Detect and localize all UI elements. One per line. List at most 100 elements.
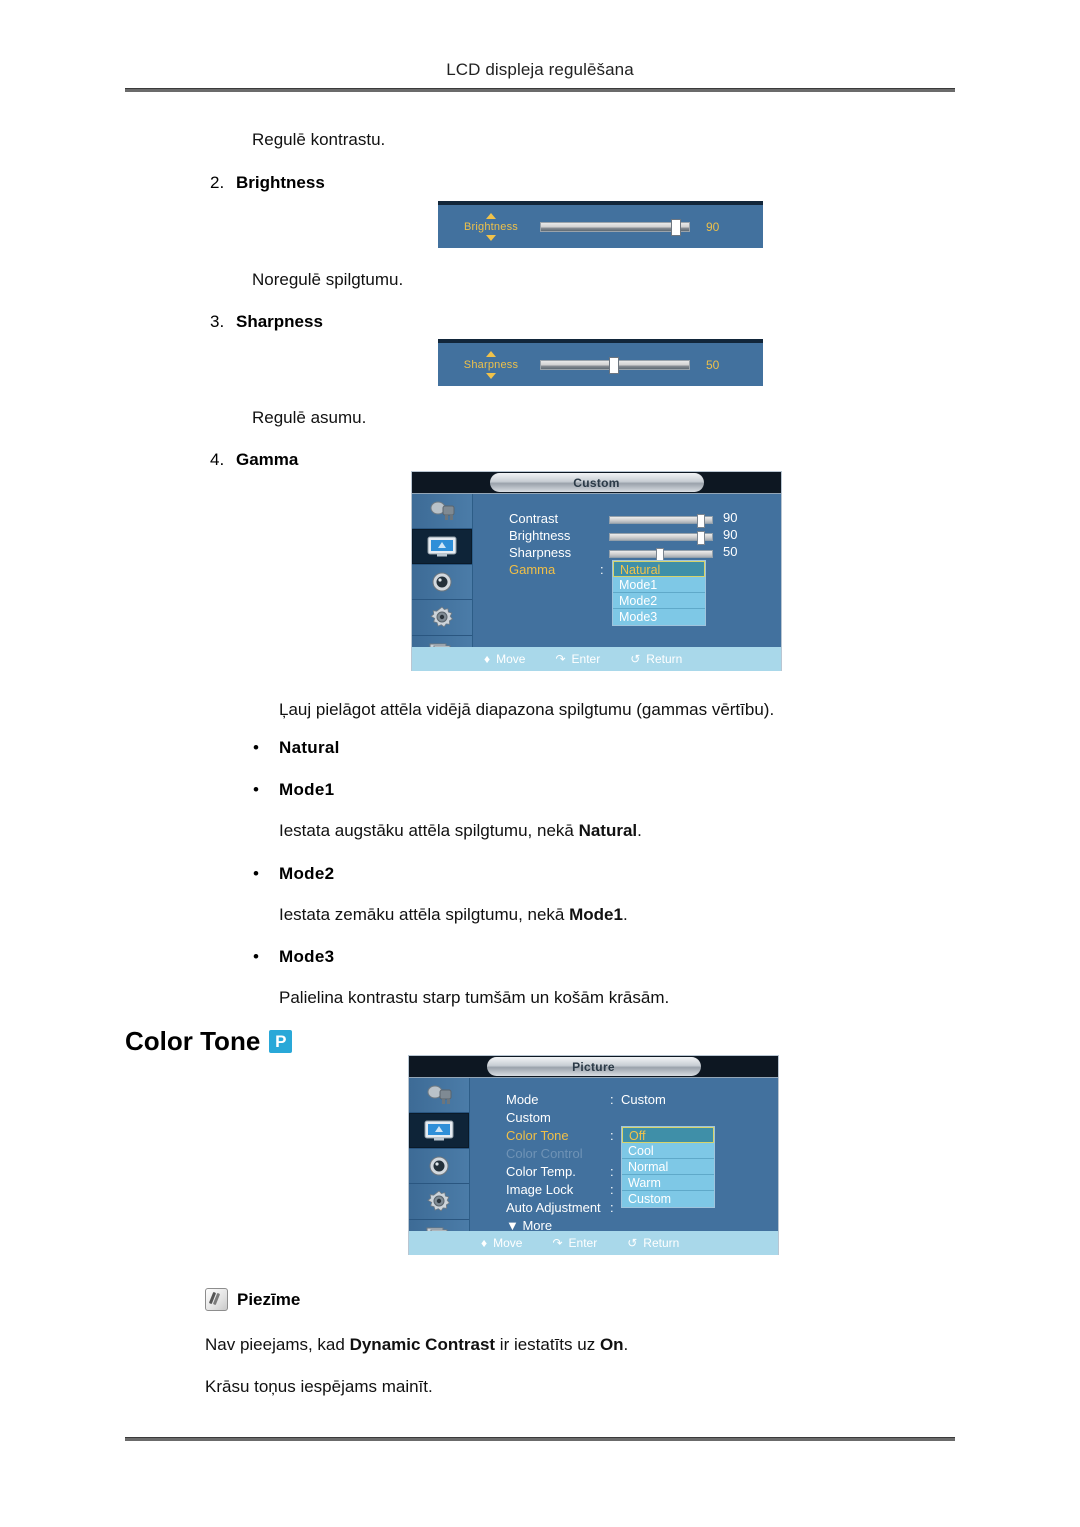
note-text-mid: ir iestatīts uz bbox=[495, 1335, 600, 1354]
footer-return[interactable]: ↺ Return bbox=[630, 652, 682, 666]
color-tone-option-warm[interactable]: Warm bbox=[622, 1175, 714, 1191]
osd-content: Mode : Custom Custom Color Tone : Color … bbox=[470, 1078, 778, 1255]
osd-footer: ♦ Move ↷ Enter ↺ Return bbox=[412, 647, 781, 671]
note-icon bbox=[205, 1288, 228, 1311]
color-tone-option-normal[interactable]: Normal bbox=[622, 1159, 714, 1175]
sharpness-stepper[interactable]: Sharpness bbox=[460, 350, 522, 379]
row-label-brightness[interactable]: Brightness bbox=[509, 528, 570, 543]
row-label-sharpness[interactable]: Sharpness bbox=[509, 545, 571, 560]
sharpness-slider-track-menu[interactable] bbox=[609, 548, 713, 562]
footer-rule bbox=[125, 1437, 955, 1441]
bullet-icon: • bbox=[253, 738, 259, 757]
auto-adjustment-colon: : bbox=[610, 1200, 614, 1215]
bullet-icon: • bbox=[253, 780, 259, 799]
bullet-mode2: • Mode2 bbox=[253, 864, 334, 884]
footer-enter[interactable]: ↷ Enter bbox=[555, 652, 600, 666]
numbered-heading-gamma: 4. Gamma bbox=[210, 450, 298, 470]
sidebar-item-picture[interactable] bbox=[412, 529, 472, 565]
row-label-color-tone[interactable]: Color Tone bbox=[506, 1128, 569, 1143]
color-tone-option-cool[interactable]: Cool bbox=[622, 1143, 714, 1159]
brightness-stepper[interactable]: Brightness bbox=[460, 212, 522, 241]
sidebar-item-picture[interactable] bbox=[409, 1113, 469, 1149]
osd-sidebar bbox=[412, 494, 473, 672]
bullet-mode3: • Mode3 bbox=[253, 947, 334, 967]
brightness-slider-knob-menu[interactable] bbox=[696, 531, 705, 545]
footer-move[interactable]: ♦ Move bbox=[484, 652, 525, 666]
osd-title-text: Custom bbox=[489, 473, 704, 492]
gamma-option-mode1[interactable]: Mode1 bbox=[613, 577, 705, 593]
gamma-osd-menu: Custom Contrast Brightness Sharpness Gam… bbox=[411, 471, 782, 672]
sharpness-slider-knob[interactable] bbox=[609, 356, 620, 374]
note-text-after: . bbox=[623, 1335, 629, 1354]
enter-icon: ↷ bbox=[552, 1236, 563, 1250]
bullet-icon: • bbox=[253, 864, 259, 883]
paragraph-mode2-desc: Iestata zemāku attēla spilgtumu, nekā Mo… bbox=[279, 904, 628, 927]
footer-return[interactable]: ↺ Return bbox=[627, 1236, 679, 1250]
picture-mode-badge-icon: P bbox=[269, 1030, 293, 1053]
paragraph-gamma-intro: Ļauj pielāgot attēla vidējā diapazona sp… bbox=[279, 700, 775, 719]
header-rule bbox=[125, 88, 955, 92]
brightness-value: 90 bbox=[706, 219, 720, 234]
numbered-heading-brightness: 2. Brightness bbox=[210, 173, 325, 193]
row-label-contrast[interactable]: Contrast bbox=[509, 511, 558, 526]
color-tone-option-off[interactable]: Off bbox=[622, 1127, 714, 1143]
sidebar-item-input-source[interactable] bbox=[409, 1078, 469, 1114]
gamma-option-mode2[interactable]: Mode2 bbox=[613, 593, 705, 609]
list-label: Gamma bbox=[236, 450, 299, 469]
note-text-before: Nav pieejams, kad bbox=[205, 1335, 350, 1354]
osd-title-bar: Picture bbox=[409, 1056, 778, 1078]
page-title: Color Tone bbox=[125, 1026, 261, 1056]
color-tone-colon: : bbox=[610, 1128, 614, 1143]
brightness-value-menu: 90 bbox=[723, 527, 738, 542]
footer-move-label: Move bbox=[496, 652, 526, 666]
enter-icon: ↷ bbox=[555, 652, 566, 666]
arrow-up-icon[interactable] bbox=[486, 212, 496, 219]
arrow-up-icon[interactable] bbox=[486, 350, 496, 357]
sidebar-item-sound[interactable] bbox=[412, 565, 472, 601]
gamma-option-mode3[interactable]: Mode3 bbox=[613, 609, 705, 625]
note-heading: Piezīme bbox=[205, 1288, 300, 1311]
paragraph-regule-kontrastu: Regulē kontrastu. bbox=[252, 130, 386, 149]
brightness-slider-track[interactable] bbox=[540, 218, 690, 236]
list-number: 4. bbox=[210, 450, 225, 469]
sidebar-item-setup[interactable] bbox=[409, 1184, 469, 1220]
color-tone-option-custom[interactable]: Custom bbox=[622, 1191, 714, 1207]
sharpness-slider-track[interactable] bbox=[540, 356, 690, 374]
bullet-label: Mode1 bbox=[279, 780, 335, 799]
brightness-slider-track-menu[interactable] bbox=[609, 531, 713, 545]
picture-icon bbox=[424, 1120, 454, 1141]
sound-icon bbox=[432, 572, 452, 592]
page-section-heading: Color Tone P bbox=[125, 1026, 293, 1057]
setup-icon bbox=[430, 606, 453, 628]
bullet-natural: • Natural bbox=[253, 738, 340, 758]
contrast-slider-track[interactable] bbox=[609, 514, 713, 528]
desc-before: Iestata zemāku attēla spilgtumu, nekā bbox=[279, 905, 570, 924]
color-tone-dropdown[interactable]: Off Cool Normal Warm Custom bbox=[621, 1126, 715, 1208]
row-label-gamma[interactable]: Gamma bbox=[509, 562, 555, 577]
sidebar-item-setup[interactable] bbox=[412, 600, 472, 636]
footer-return-label: Return bbox=[646, 652, 683, 666]
footer-enter[interactable]: ↷ Enter bbox=[552, 1236, 597, 1250]
osd-content: Contrast Brightness Sharpness Gamma 90 9… bbox=[473, 494, 781, 671]
row-label-custom[interactable]: Custom bbox=[506, 1110, 551, 1125]
row-label-color-temp[interactable]: Color Temp. bbox=[506, 1164, 576, 1179]
brightness-slider-knob[interactable] bbox=[671, 218, 682, 236]
image-lock-colon: : bbox=[610, 1182, 614, 1197]
sharpness-label: Sharpness bbox=[463, 358, 519, 371]
gamma-option-natural[interactable]: Natural bbox=[613, 561, 705, 577]
arrow-down-icon[interactable] bbox=[486, 234, 496, 241]
footer-move[interactable]: ♦ Move bbox=[481, 1236, 522, 1250]
desc-bold: Natural bbox=[578, 821, 638, 840]
sidebar-item-input-source[interactable] bbox=[412, 494, 472, 530]
contrast-slider-knob[interactable] bbox=[696, 514, 705, 528]
arrow-down-icon[interactable] bbox=[486, 372, 496, 379]
list-number: 3. bbox=[210, 312, 225, 331]
row-label-mode[interactable]: Mode bbox=[506, 1092, 539, 1107]
row-label-image-lock[interactable]: Image Lock bbox=[506, 1182, 573, 1197]
desc-after: . bbox=[637, 821, 642, 840]
note-text-bold2: On bbox=[599, 1335, 624, 1354]
gamma-dropdown[interactable]: Natural Mode1 Mode2 Mode3 bbox=[612, 560, 706, 626]
return-icon: ↺ bbox=[627, 1236, 638, 1250]
row-label-auto-adjustment[interactable]: Auto Adjustment bbox=[506, 1200, 601, 1215]
sidebar-item-sound[interactable] bbox=[409, 1149, 469, 1185]
